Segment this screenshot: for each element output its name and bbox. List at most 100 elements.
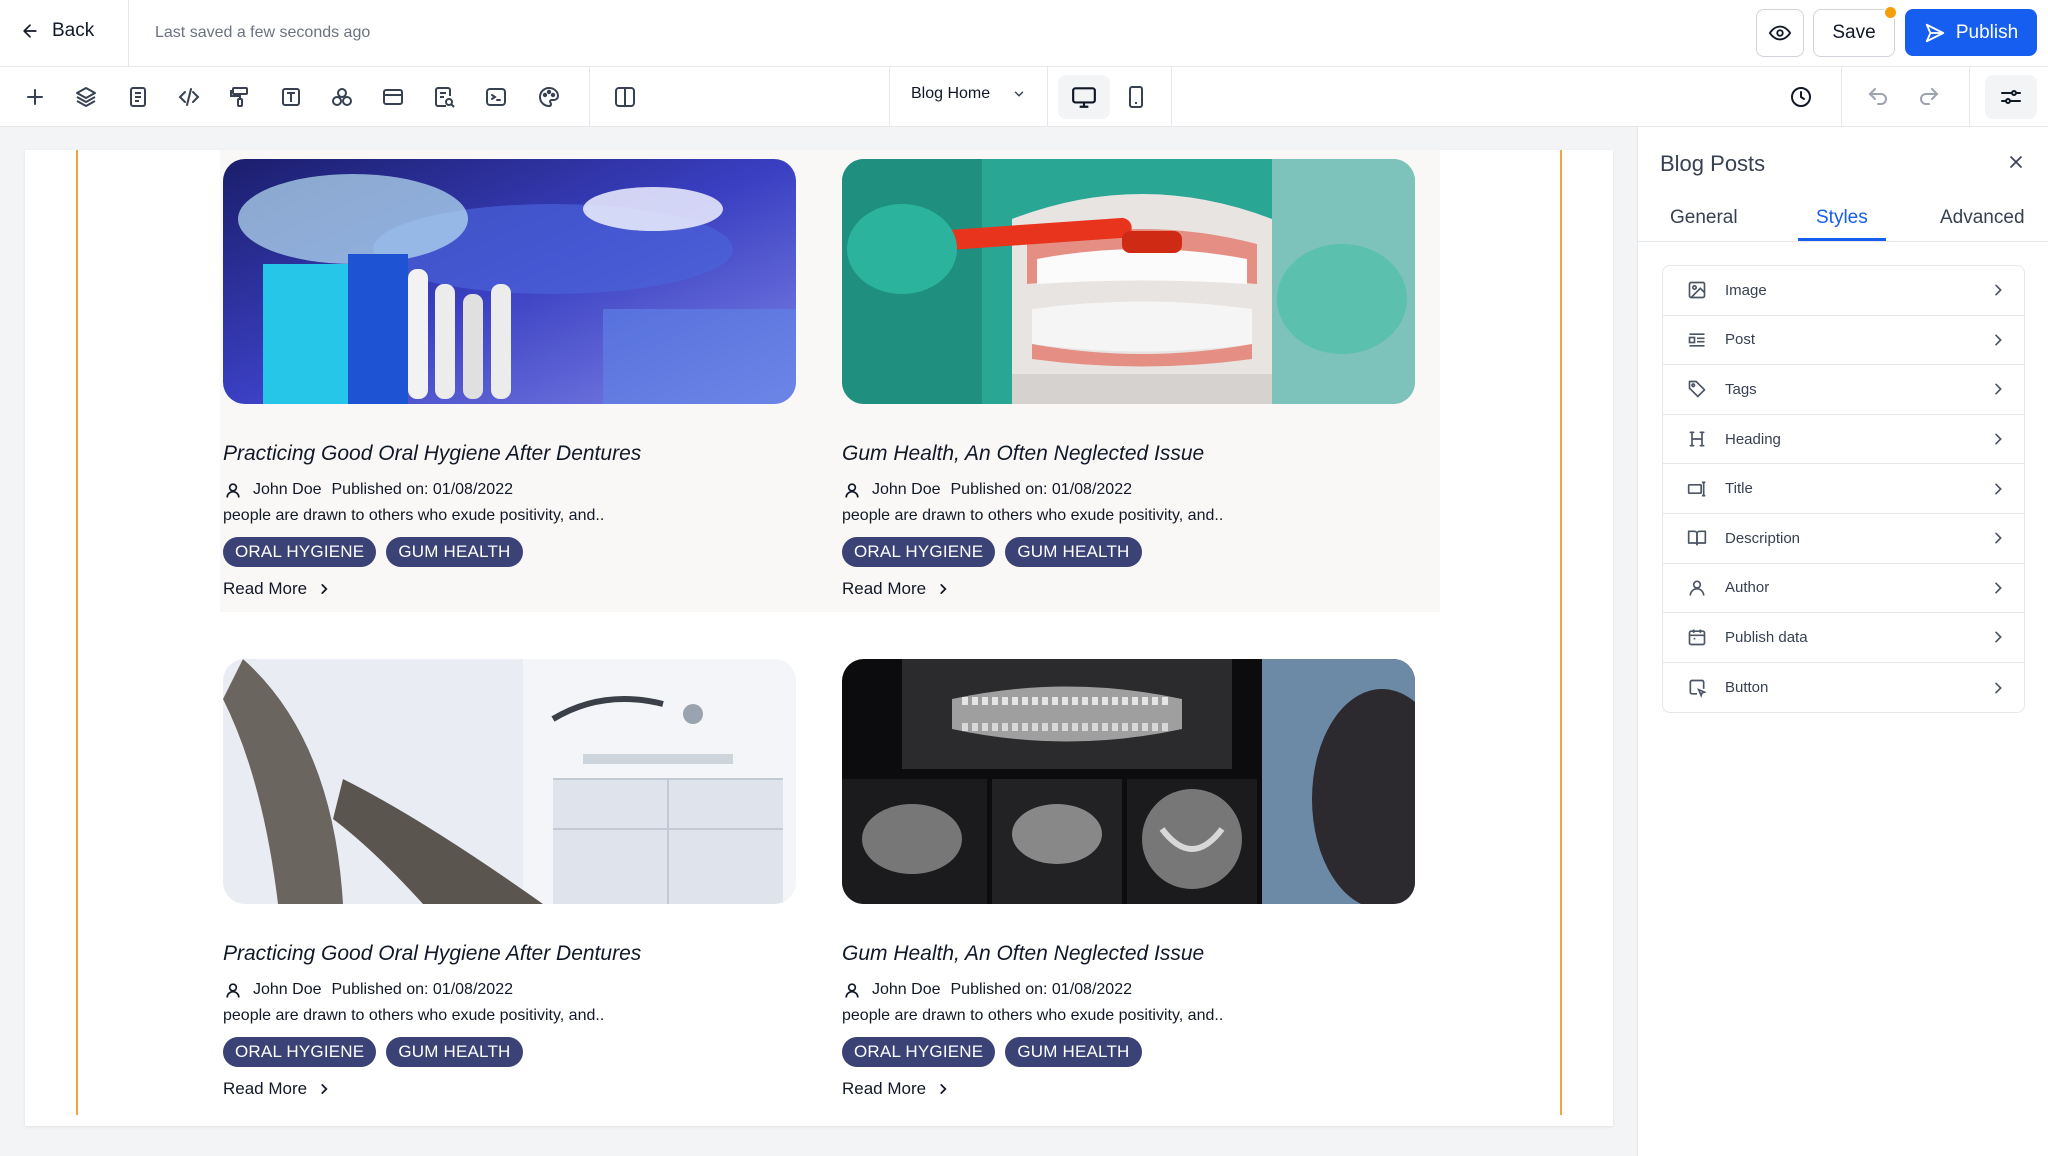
post-meta: John Doe Published on: 01/08/2022 xyxy=(842,480,1415,500)
post-title[interactable]: Gum Health, An Often Neglected Issue xyxy=(842,442,1415,466)
preview-button[interactable] xyxy=(1756,9,1804,57)
close-panel-button[interactable] xyxy=(2001,147,2031,177)
redo-button[interactable] xyxy=(1911,79,1947,115)
tag-badge[interactable]: ORAL HYGIENE xyxy=(842,1037,996,1067)
post-image[interactable] xyxy=(842,659,1415,904)
sliders-icon xyxy=(2001,90,2021,104)
style-section-tags[interactable]: Tags xyxy=(1663,365,2024,415)
settings-toggle-button[interactable] xyxy=(1985,75,2037,119)
divider xyxy=(889,67,890,126)
panel-title: Blog Posts xyxy=(1660,151,1766,176)
undo-button[interactable] xyxy=(1860,79,1896,115)
tag-badge[interactable]: GUM HEALTH xyxy=(386,537,523,567)
tag-badge[interactable]: GUM HEALTH xyxy=(1005,537,1142,567)
components-button[interactable] xyxy=(324,79,360,115)
blog-post-card[interactable]: Practicing Good Oral Hygiene After Dentu… xyxy=(223,159,796,599)
style-section-description[interactable]: Description xyxy=(1663,514,2024,564)
tag-badge[interactable]: GUM HEALTH xyxy=(1005,1037,1142,1067)
dental-xray-photo xyxy=(842,659,1415,904)
tab-styles[interactable]: Styles xyxy=(1816,207,1868,229)
theme-button[interactable] xyxy=(531,79,567,115)
denture-model-photo xyxy=(842,159,1415,404)
style-section-post[interactable]: Post xyxy=(1663,316,2024,366)
tag-icon xyxy=(1688,381,1706,398)
tab-general[interactable]: General xyxy=(1670,207,1738,229)
mobile-view-button[interactable] xyxy=(1110,75,1162,119)
tag-badge[interactable]: ORAL HYGIENE xyxy=(223,1037,377,1067)
read-more-label: Read More xyxy=(842,1079,927,1098)
post-date: Published on: 01/08/2022 xyxy=(331,981,513,998)
text-button[interactable] xyxy=(273,79,309,115)
read-more-label: Read More xyxy=(223,1079,308,1098)
save-button[interactable]: Save xyxy=(1813,9,1895,57)
style-section-publish-data[interactable]: Publish data xyxy=(1663,613,2024,663)
chevron-right-icon xyxy=(1995,483,2002,495)
paint-button[interactable] xyxy=(222,79,258,115)
post-tags: ORAL HYGIENE GUM HEALTH xyxy=(842,1037,1415,1067)
add-element-button[interactable] xyxy=(17,79,53,115)
user-icon xyxy=(226,983,240,998)
post-excerpt: people are drawn to others who exude pos… xyxy=(223,1007,605,1024)
tag-badge[interactable]: GUM HEALTH xyxy=(386,1037,523,1067)
search-doc-icon xyxy=(435,87,455,108)
terminal-button[interactable] xyxy=(478,79,514,115)
desktop-view-button[interactable] xyxy=(1058,75,1110,119)
read-more-link[interactable]: Read More xyxy=(842,1079,1415,1099)
history-button[interactable] xyxy=(1783,79,1819,115)
unsaved-indicator xyxy=(1883,5,1898,20)
blog-post-card[interactable]: Practicing Good Oral Hygiene After Dentu… xyxy=(223,659,796,1099)
style-section-label: Publish data xyxy=(1725,628,1808,646)
style-section-label: Author xyxy=(1725,579,1770,597)
publish-button[interactable]: Publish xyxy=(1905,9,2037,56)
desktop-icon xyxy=(1072,87,1096,108)
section-button[interactable] xyxy=(375,79,411,115)
read-more-link[interactable]: Read More xyxy=(842,579,1415,599)
chevron-right-icon xyxy=(940,584,947,594)
tab-advanced[interactable]: Advanced xyxy=(1940,207,2025,229)
user-icon xyxy=(845,983,859,998)
pages-button[interactable] xyxy=(120,79,156,115)
code-button[interactable] xyxy=(171,79,207,115)
post-title[interactable]: Practicing Good Oral Hygiene After Dentu… xyxy=(223,442,796,466)
post-image[interactable] xyxy=(223,159,796,404)
image-icon xyxy=(1688,281,1706,299)
style-section-title[interactable]: Title xyxy=(1663,464,2024,514)
seo-button[interactable] xyxy=(426,79,462,115)
read-more-link[interactable]: Read More xyxy=(223,1079,796,1099)
tag-badge[interactable]: ORAL HYGIENE xyxy=(842,537,996,567)
post-image[interactable] xyxy=(223,659,796,904)
close-icon xyxy=(2010,156,2022,168)
style-sections-list: Image Post Tags Heading Title Descriptio… xyxy=(1662,265,2025,714)
back-button[interactable]: Back xyxy=(20,20,94,42)
text-icon xyxy=(282,88,300,106)
post-image[interactable] xyxy=(842,159,1415,404)
top-bar: Back Last saved a few seconds ago Save P… xyxy=(0,0,2048,67)
post-title[interactable]: Gum Health, An Often Neglected Issue xyxy=(842,942,1415,966)
layers-button[interactable] xyxy=(68,79,104,115)
button-icon xyxy=(1689,679,1707,698)
tag-badge[interactable]: ORAL HYGIENE xyxy=(223,537,377,567)
divider xyxy=(1171,67,1172,126)
read-more-link[interactable]: Read More xyxy=(223,579,796,599)
style-section-image[interactable]: Image xyxy=(1663,266,2024,316)
style-section-author[interactable]: Author xyxy=(1663,564,2024,614)
paint-roller-icon xyxy=(230,87,248,107)
style-section-label: Title xyxy=(1725,480,1753,498)
blog-post-card[interactable]: Gum Health, An Often Neglected Issue Joh… xyxy=(842,659,1415,1099)
blog-post-card[interactable]: Gum Health, An Often Neglected Issue Joh… xyxy=(842,159,1415,599)
redo-icon xyxy=(1920,88,1939,105)
arrow-left-icon xyxy=(23,24,37,38)
post-meta: John Doe Published on: 01/08/2022 xyxy=(223,980,796,1000)
style-section-button[interactable]: Button xyxy=(1663,663,2024,713)
post-title[interactable]: Practicing Good Oral Hygiene After Dentu… xyxy=(223,942,796,966)
history-icon xyxy=(1791,87,1811,107)
terminal-icon xyxy=(486,88,506,106)
style-section-label: Button xyxy=(1725,679,1769,697)
style-section-heading[interactable]: Heading xyxy=(1663,415,2024,465)
columns-button[interactable] xyxy=(607,79,643,115)
mobile-icon xyxy=(1129,86,1143,108)
page-selector[interactable]: Blog Home xyxy=(911,85,1026,103)
chevron-right-icon xyxy=(321,1084,328,1094)
active-tab-indicator xyxy=(1798,238,1886,241)
user-icon xyxy=(226,483,240,498)
